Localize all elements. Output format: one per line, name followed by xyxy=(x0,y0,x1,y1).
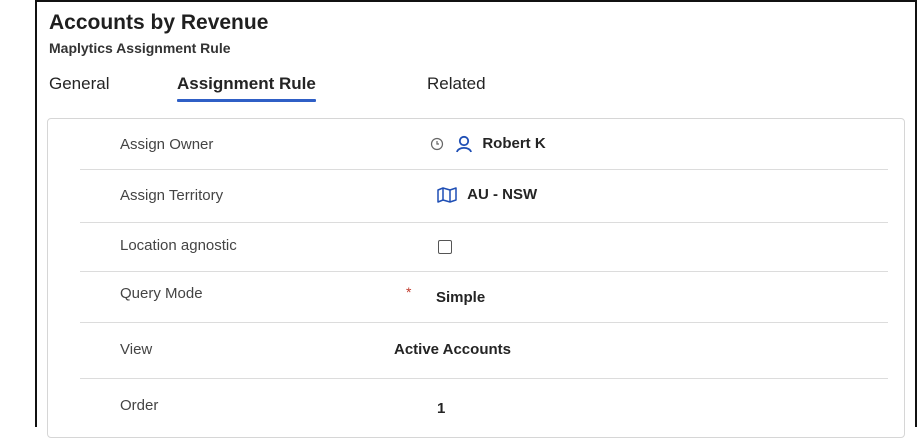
assignment-rule-section: Assign Owner Robert K Assign Territory A… xyxy=(47,118,905,438)
query-mode-label: Query Mode xyxy=(120,285,203,302)
location-agnostic-row: Location agnostic xyxy=(80,223,888,272)
page-title: Accounts by Revenue xyxy=(49,11,269,34)
view-label: View xyxy=(120,341,153,358)
tab-related[interactable]: Related xyxy=(427,74,486,100)
order-row: Order 1 xyxy=(80,379,888,439)
query-mode-row: Query Mode * Simple xyxy=(80,272,888,323)
active-tab-indicator xyxy=(177,99,316,102)
query-mode-value[interactable]: Simple xyxy=(436,289,485,306)
person-icon xyxy=(456,135,473,153)
info-clock-icon xyxy=(430,137,444,151)
location-agnostic-label: Location agnostic xyxy=(120,237,237,254)
map-icon xyxy=(437,187,457,203)
assign-owner-row: Assign Owner Robert K xyxy=(80,119,888,170)
view-row: View Active Accounts xyxy=(80,323,888,379)
assign-owner-label: Assign Owner xyxy=(120,136,214,153)
tab-related-label: Related xyxy=(427,74,486,93)
tab-assignment-rule[interactable]: Assignment Rule xyxy=(177,74,316,102)
tab-general[interactable]: General xyxy=(49,74,109,100)
required-indicator: * xyxy=(406,284,412,300)
form-window: Accounts by Revenue Maplytics Assignment… xyxy=(35,0,917,438)
tab-assignment-rule-label: Assignment Rule xyxy=(177,74,316,93)
assign-territory-link-text: AU - NSW xyxy=(467,186,538,203)
assign-territory-row: Assign Territory AU - NSW xyxy=(80,170,888,223)
location-agnostic-checkbox[interactable] xyxy=(438,240,452,254)
view-value[interactable]: Active Accounts xyxy=(394,341,511,358)
entity-subtitle: Maplytics Assignment Rule xyxy=(49,40,231,56)
assign-territory-label: Assign Territory xyxy=(120,187,224,204)
order-label: Order xyxy=(120,397,159,414)
assign-owner-value[interactable]: Robert K xyxy=(430,134,546,154)
assign-owner-link-text: Robert K xyxy=(482,134,546,152)
tab-general-label: General xyxy=(49,74,110,93)
order-value[interactable]: 1 xyxy=(437,400,445,417)
assign-territory-value[interactable]: AU - NSW xyxy=(437,186,537,203)
